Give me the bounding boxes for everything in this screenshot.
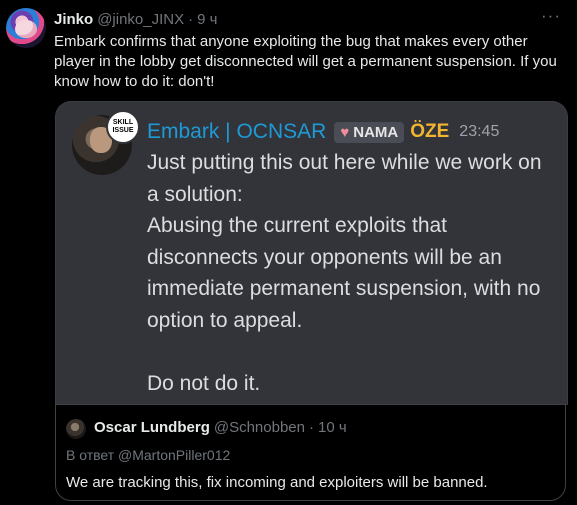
skill-issue-badge: SKILL ISSUE (106, 110, 140, 144)
quote-time: 10 ч (318, 419, 347, 436)
server-tag: ♥ NAMA (334, 121, 405, 143)
author-avatar[interactable] (6, 8, 46, 48)
reply-to-label: В ответ @MartonPiller012 (66, 447, 231, 463)
author-handle[interactable]: @jinko_JINX (97, 11, 184, 28)
quote-author-handle: @Schnobben (213, 419, 305, 436)
discord-time: 23:45 (459, 123, 500, 140)
discord-author: Embark | OCNSAR (147, 120, 327, 143)
discord-message-body: Just putting this out here while we work… (147, 151, 542, 395)
tweet-header: Jinko @jinko_JINX · 9 ч (54, 9, 217, 29)
separator-dot: · (309, 419, 314, 436)
quoted-tweet[interactable]: Oscar Lundberg @Schnobben · 10 ч В ответ… (55, 404, 566, 501)
author-name[interactable]: Jinko (54, 11, 93, 28)
quote-author-avatar (66, 419, 86, 439)
separator-dot: · (188, 10, 194, 28)
quote-text: We are tracking this, fix incoming and e… (66, 474, 488, 491)
heart-icon: ♥ (340, 123, 350, 141)
quote-header: Oscar Lundberg @Schnobben · 10 ч (94, 419, 347, 436)
quote-author-name: Oscar Lundberg (94, 419, 210, 436)
more-horizontal-icon[interactable]: ··· (541, 6, 561, 26)
discord-screenshot[interactable]: SKILL ISSUE Embark | OCNSAR ♥ NAMA ÖZE 2… (55, 101, 568, 405)
discord-message-header: Embark | OCNSAR ♥ NAMA ÖZE 23:45 (147, 119, 499, 145)
tweet-time[interactable]: 9 ч (197, 11, 217, 28)
server-tag-label: NAMA (353, 123, 399, 141)
tweet-text: Embark confirms that anyone exploiting t… (54, 33, 557, 90)
wolf-glyph-icon: ÖZE (410, 121, 450, 142)
